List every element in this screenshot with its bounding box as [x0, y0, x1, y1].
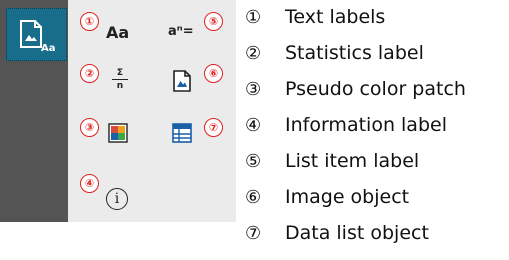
badge-2: ② [80, 64, 99, 83]
sidebar-text-labels-tool[interactable]: Aa [6, 8, 67, 61]
badge-7: ⑦ [204, 118, 223, 137]
badge-1: ① [80, 12, 99, 31]
n-glyph: n [116, 81, 124, 91]
legend-item: ⑦ Data list object [245, 218, 429, 248]
legend-number: ⑥ [245, 187, 262, 208]
sigma-icon: Σ [116, 68, 124, 78]
image-text-icon: Aa [20, 20, 56, 54]
legend-item: ④ Information label [245, 110, 447, 140]
tool-legend: ① Text labels ② Statistics label ③ Pseudo c… [245, 0, 507, 260]
color-patch-icon [108, 123, 128, 143]
legend-number: ⑦ [245, 223, 262, 244]
legend-label: Statistics label [285, 42, 424, 64]
legend-label: List item label [285, 150, 420, 172]
legend-item: ⑤ List item label [245, 146, 419, 176]
legend-item: ② Statistics label [245, 38, 424, 68]
legend-label: Image object [285, 186, 410, 208]
badge-5: ⑤ [204, 12, 223, 31]
legend-label: Pseudo color patch [285, 78, 466, 100]
list-item-icon: aⁿ= [168, 24, 194, 39]
information-label-tool[interactable]: i [106, 188, 128, 210]
legend-item: ⑥ Image object [245, 182, 409, 212]
legend-item: ③ Pseudo color patch [245, 74, 466, 104]
legend-item: ① Text labels [245, 2, 385, 32]
data-list-object-tool[interactable] [172, 123, 192, 147]
legend-number: ④ [245, 115, 262, 136]
list-item-label-tool[interactable]: aⁿ= [168, 24, 194, 39]
svg-text:Aa: Aa [41, 43, 56, 54]
fraction-bar [112, 79, 128, 80]
legend-number: ⑤ [245, 151, 262, 172]
legend-label: Data list object [285, 222, 429, 244]
legend-number: ③ [245, 79, 262, 100]
image-file-icon [173, 70, 191, 92]
legend-number: ① [245, 7, 262, 28]
legend-number: ② [245, 43, 262, 64]
badge-3: ③ [80, 118, 99, 137]
info-glyph: i [114, 191, 120, 207]
tool-palette: ① Aa aⁿ= ⑤ ② Σ n ⑥ ③ ⑦ ④ i [68, 0, 236, 222]
badge-4: ④ [80, 174, 99, 193]
legend-label: Text labels [285, 6, 386, 28]
tool-sidebar: Aa [0, 0, 68, 222]
text-labels-icon: Aa [106, 23, 130, 42]
text-labels-tool[interactable]: Aa [106, 23, 129, 42]
pseudo-color-patch-tool[interactable] [108, 123, 128, 147]
legend-label: Information label [285, 114, 447, 136]
table-icon [172, 123, 192, 143]
image-object-tool[interactable] [172, 70, 192, 96]
badge-6: ⑥ [204, 64, 223, 83]
statistics-label-tool[interactable]: Σ n [110, 68, 130, 91]
info-icon: i [106, 188, 128, 210]
